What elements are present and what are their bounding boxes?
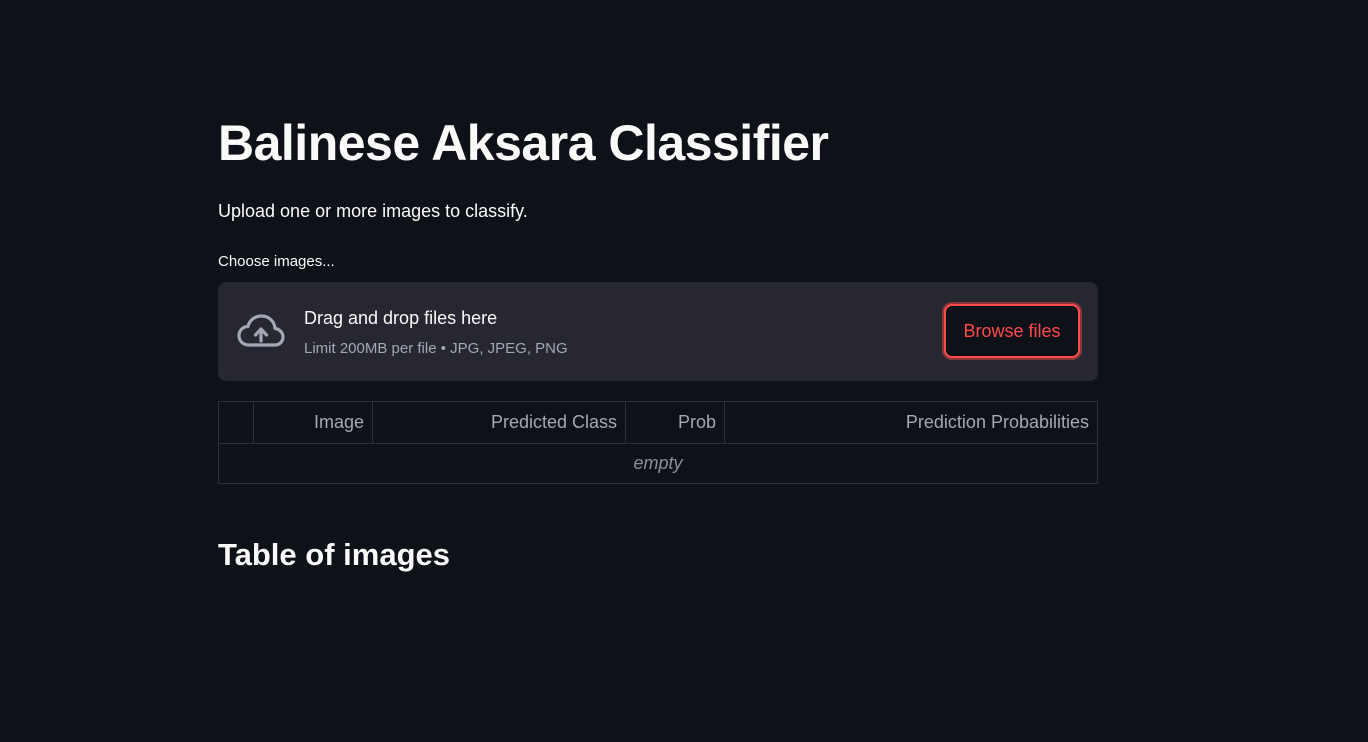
table-empty-message: empty (633, 453, 683, 473)
results-table[interactable]: Image Predicted Class Prob Prediction Pr… (218, 401, 1098, 484)
file-dropzone[interactable]: Drag and drop files here Limit 200MB per… (218, 282, 1098, 381)
browse-files-button[interactable]: Browse files (944, 304, 1080, 358)
table-header: Image Predicted Class Prob Prediction Pr… (219, 402, 1097, 444)
column-header-predicted-class[interactable]: Predicted Class (373, 402, 626, 443)
uploader-label: Choose images... (218, 253, 335, 270)
column-header-image[interactable]: Image (254, 402, 373, 443)
column-header-index[interactable] (219, 402, 254, 443)
dropzone-title: Drag and drop files here (304, 308, 498, 328)
cloud-upload-icon (237, 314, 285, 347)
dropzone-limits: Limit 200MB per file • JPG, JPEG, PNG (304, 340, 568, 357)
column-header-prediction-probabilities[interactable]: Prediction Probabilities (725, 402, 1097, 443)
page-title: Balinese Aksara Classifier (218, 115, 829, 171)
page-subtitle: Upload one or more images to classify. (218, 201, 528, 221)
section-title: Table of images (218, 537, 450, 572)
column-header-prob[interactable]: Prob (626, 402, 725, 443)
